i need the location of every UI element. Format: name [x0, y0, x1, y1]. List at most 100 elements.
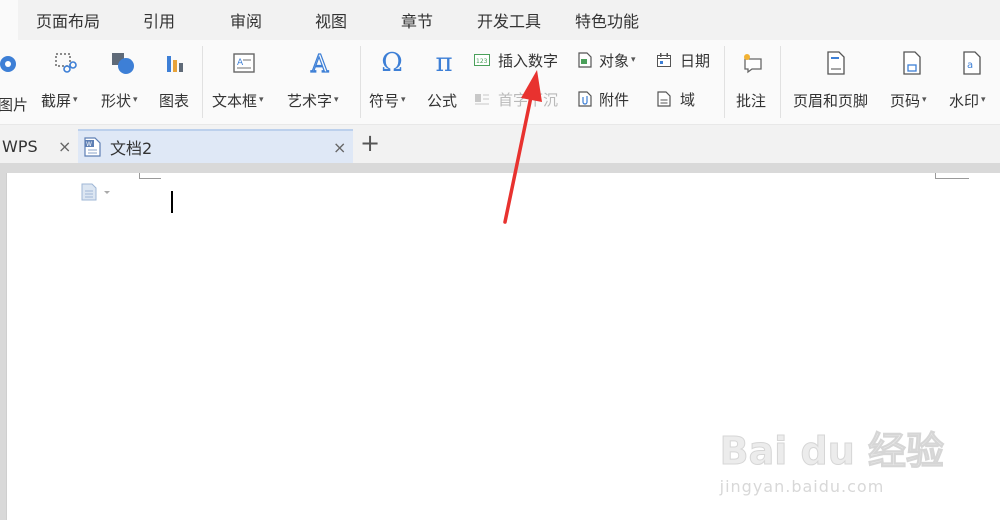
- formula-button[interactable]: π: [430, 50, 458, 76]
- menu-tab-chapter[interactable]: 章节: [401, 12, 433, 32]
- text-cursor: [171, 191, 173, 213]
- bar-chart-icon: [163, 50, 189, 76]
- menu-tab-references[interactable]: 引用: [143, 12, 175, 32]
- close-icon[interactable]: ×: [58, 137, 71, 156]
- chart-label: 图表: [159, 91, 190, 110]
- formula-label: 公式: [427, 91, 458, 110]
- ribbon-toolbar: 图片 截屏 ▾ 形状 ▾ 图表 A 文本框 ▾ A 艺术字 ▾ Ω 符号 ▾ π…: [0, 40, 1000, 125]
- tab-wps[interactable]: WPS ×: [0, 129, 78, 163]
- menu-tab-view[interactable]: 视图: [315, 12, 347, 32]
- attachment-button[interactable]: 附件: [577, 88, 629, 110]
- page-number-button[interactable]: [898, 50, 926, 76]
- menu-tab-page-layout[interactable]: 页面布局: [36, 12, 100, 32]
- object-caret-icon[interactable]: ▾: [631, 55, 636, 65]
- svg-text:A: A: [237, 58, 244, 68]
- field-label: 域: [680, 90, 696, 109]
- textbox-label: 文本框: [212, 91, 258, 110]
- scissors-icon: [52, 50, 78, 76]
- omega-icon: Ω: [381, 48, 403, 78]
- header-footer-label: 页眉和页脚: [793, 91, 869, 110]
- menu-bar: 页面布局 引用 审阅 视图 章节 开发工具 特色功能: [0, 0, 1000, 40]
- date-button[interactable]: 日期: [656, 49, 710, 71]
- svg-text:W: W: [86, 141, 92, 148]
- tab-document-2[interactable]: W 文档2 ×: [78, 129, 353, 163]
- watermark-brand: Bai du 经验: [719, 429, 944, 474]
- field-icon: [656, 91, 672, 107]
- picture-button[interactable]: 图片: [0, 50, 28, 114]
- watermark-icon: a: [959, 50, 985, 76]
- field-button[interactable]: 域: [656, 88, 695, 110]
- header-footer-button[interactable]: [822, 50, 850, 76]
- margin-corner-mark: [139, 178, 161, 179]
- ribbon-separator: [724, 46, 725, 118]
- page-number-icon: [899, 50, 925, 76]
- watermark-button[interactable]: a: [958, 50, 986, 76]
- header-footer-label-group[interactable]: 页眉和页脚: [793, 89, 868, 111]
- shapes-caret-icon[interactable]: ▾: [133, 95, 138, 105]
- wordart-caret-icon[interactable]: ▾: [334, 95, 339, 105]
- baidu-jingyan-watermark: Bai du 经验 jingyan.baidu.com: [719, 420, 944, 497]
- comment-label: 批注: [736, 91, 767, 110]
- dropcap-icon: [474, 91, 490, 107]
- object-icon: [577, 52, 593, 68]
- screenshot-label: 截屏: [41, 91, 72, 110]
- shapes-label-group[interactable]: 形状 ▾: [101, 89, 138, 111]
- comment-button[interactable]: [739, 50, 767, 76]
- paragraph-layout-icon[interactable]: [81, 183, 115, 201]
- watermark-label: 水印: [949, 91, 980, 110]
- formula-label-group[interactable]: 公式: [427, 89, 457, 111]
- dropcap-label: 首字下沉: [498, 90, 559, 109]
- wordart-button[interactable]: A: [305, 50, 333, 76]
- active-menu-tab-insert[interactable]: [0, 0, 18, 40]
- menu-tab-special-features[interactable]: 特色功能: [575, 12, 639, 32]
- ribbon-separator: [780, 46, 781, 118]
- page-number-label-group[interactable]: 页码 ▾: [890, 89, 927, 111]
- ribbon-separator: [202, 46, 203, 118]
- menu-tab-developer-tools[interactable]: 开发工具: [477, 12, 541, 32]
- svg-text:A: A: [310, 50, 329, 76]
- ribbon-separator: [360, 46, 361, 118]
- screenshot-caret-icon[interactable]: ▾: [73, 95, 78, 105]
- tab-wps-label: WPS: [2, 136, 38, 156]
- header-footer-icon: [823, 50, 849, 76]
- textbox-caret-icon[interactable]: ▾: [259, 95, 264, 105]
- insert-number-button[interactable]: 123 插入数字: [474, 49, 558, 71]
- symbol-caret-icon[interactable]: ▾: [401, 95, 406, 105]
- wordart-label: 艺术字: [287, 91, 333, 110]
- pi-icon: π: [435, 48, 453, 78]
- picture-icon: [0, 50, 21, 76]
- screenshot-button[interactable]: [50, 50, 80, 76]
- tab-document-2-label: 文档2: [110, 139, 153, 158]
- comment-label-group[interactable]: 批注: [736, 89, 766, 111]
- shapes-button[interactable]: [108, 50, 138, 76]
- calendar-icon: [656, 52, 672, 68]
- watermark-url: jingyan.baidu.com: [719, 477, 885, 496]
- wordart-label-group[interactable]: 艺术字 ▾: [287, 89, 339, 111]
- object-button[interactable]: 对象 ▾: [577, 49, 636, 71]
- document-tab-bar: WPS × W 文档2 ×: [0, 125, 1000, 163]
- comment-icon: [740, 50, 766, 76]
- watermark-caret-icon[interactable]: ▾: [981, 95, 986, 105]
- number-icon: 123: [474, 52, 490, 68]
- textbox-button[interactable]: A: [230, 50, 258, 76]
- symbol-label-group[interactable]: 符号 ▾: [369, 89, 406, 111]
- insert-number-label: 插入数字: [498, 51, 559, 70]
- page-number-caret-icon[interactable]: ▾: [922, 95, 927, 105]
- svg-text:123: 123: [476, 58, 488, 65]
- margin-corner-mark: [935, 178, 969, 179]
- textbox-label-group[interactable]: 文本框 ▾: [212, 89, 264, 111]
- chart-label-group[interactable]: 图表: [159, 89, 189, 111]
- watermark-label-group[interactable]: 水印 ▾: [949, 89, 986, 111]
- attachment-icon: [577, 91, 593, 107]
- symbol-button[interactable]: Ω: [378, 50, 406, 76]
- object-label: 对象: [599, 51, 630, 70]
- new-tab-plus-icon[interactable]: +: [360, 130, 380, 156]
- page-number-label: 页码: [890, 91, 921, 110]
- screenshot-label-group[interactable]: 截屏 ▾: [41, 89, 78, 111]
- close-icon[interactable]: ×: [333, 138, 346, 157]
- svg-text:a: a: [967, 60, 973, 71]
- chart-button[interactable]: [162, 50, 190, 76]
- symbol-label: 符号: [369, 91, 400, 110]
- menu-tab-review[interactable]: 审阅: [230, 12, 262, 32]
- dropcap-button[interactable]: 首字下沉: [474, 88, 558, 110]
